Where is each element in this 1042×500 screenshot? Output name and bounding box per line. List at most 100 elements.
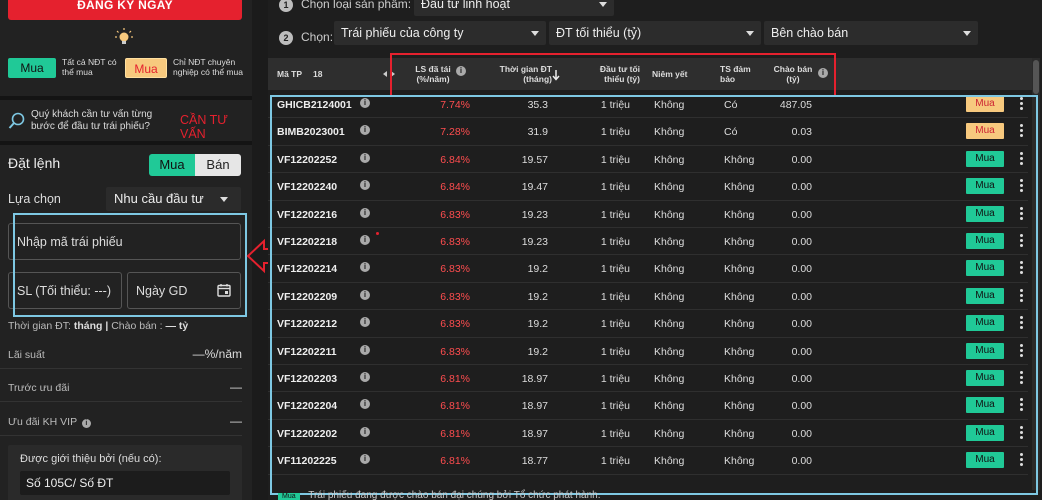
col-min-invest[interactable]: Đầu tư tối thiểu (tỷ) [586, 64, 640, 84]
more-options-icon[interactable] [1020, 97, 1024, 111]
table-row[interactable]: VF12202203 i 6.81% 18.97 1 triệu Không Không 0.… [268, 365, 1028, 393]
info-icon[interactable]: i [360, 344, 370, 355]
buy-button[interactable]: Mua [966, 315, 1004, 332]
bond-code[interactable]: VF12202209 [277, 291, 337, 303]
bond-type-select[interactable]: Trái phiếu của công ty [334, 21, 546, 45]
buy-button[interactable]: Mua [966, 424, 1004, 441]
bond-code[interactable]: VF12202214 [277, 263, 337, 275]
table-row[interactable]: VF12202214 i 6.83% 19.2 1 triệu Không Không 0.0… [268, 255, 1028, 283]
info-icon[interactable]: i [360, 454, 370, 465]
bond-code[interactable]: VF12202204 [277, 400, 337, 412]
table-row[interactable]: GHICB2124001 i 7.74% 35.3 1 triệu Không Có 487.… [268, 91, 1028, 119]
bond-code[interactable]: VF12202252 [277, 154, 337, 166]
min-investment-select[interactable]: ĐT tối thiểu (tỷ) [549, 21, 761, 45]
product-type-select[interactable]: Đầu tư linh hoạt [414, 0, 614, 16]
buy-button[interactable]: Mua [966, 123, 1004, 140]
bond-code[interactable]: VF12202212 [277, 318, 337, 330]
table-row[interactable]: VF12202202 i 6.81% 18.97 1 triệu Không Không 0.… [268, 420, 1028, 448]
info-icon[interactable]: i [360, 317, 370, 328]
table-row[interactable]: VF12202252 i 6.84% 19.57 1 triệu Không Không 0.… [268, 146, 1028, 174]
info-icon[interactable]: i [360, 98, 370, 108]
bond-code[interactable]: VF12202202 [277, 428, 337, 440]
table-row[interactable]: VF12202216 i 6.83% 19.23 1 triệu Không Không 0.… [268, 201, 1028, 228]
buy-button[interactable]: Mua [966, 260, 1004, 277]
bond-code[interactable]: GHICB2124001 [277, 99, 352, 111]
info-icon[interactable]: i [818, 68, 828, 78]
more-options-icon[interactable] [1020, 316, 1024, 330]
table-row[interactable]: VF12202212 i 6.83% 19.2 1 triệu Không Không 0.0… [268, 310, 1028, 338]
bond-code[interactable]: VF12202218 [277, 236, 337, 248]
info-icon[interactable]: i [81, 419, 91, 428]
buy-button[interactable]: Mua [966, 96, 1004, 112]
buy-button[interactable]: Mua [966, 452, 1004, 469]
more-options-icon[interactable] [1020, 206, 1024, 221]
bond-code[interactable]: VF12202203 [277, 373, 337, 385]
info-icon[interactable]: i [360, 399, 370, 410]
table-row[interactable]: VF12202218 i 6.83% 19.23 1 triệu Không Không 0.… [268, 228, 1028, 256]
info-icon[interactable]: i [360, 235, 370, 245]
info-icon[interactable]: i [360, 152, 370, 163]
more-options-icon[interactable] [1020, 425, 1024, 440]
more-options-icon[interactable] [1020, 151, 1024, 166]
bond-code[interactable]: VF11202225 [277, 455, 337, 467]
col-term[interactable]: Thời gian ĐT (tháng) [490, 64, 552, 84]
info-icon[interactable]: i [360, 125, 370, 136]
table-row[interactable]: VF11202225 i 6.81% 18.77 1 triệu Không Không 0.… [268, 447, 1028, 475]
info-icon[interactable]: i [360, 289, 370, 300]
col-collateral[interactable]: TS đảm bảo [720, 64, 760, 84]
sell-tab[interactable]: Bán [195, 154, 241, 176]
buy-button[interactable]: Mua [966, 233, 1004, 249]
more-options-icon[interactable] [1020, 453, 1024, 467]
buy-button[interactable]: Mua [966, 370, 1004, 386]
scrollbar-thumb[interactable] [1033, 60, 1039, 94]
bond-code[interactable]: BIMB2023001 [277, 126, 345, 138]
trade-date-input[interactable]: Ngày GD [127, 272, 241, 309]
bond-code-input[interactable]: Nhập mã trái phiếu [8, 223, 241, 260]
more-options-icon[interactable] [1020, 179, 1024, 193]
buy-button[interactable]: Mua [966, 205, 1004, 222]
col-listed[interactable]: Niêm yết [652, 69, 687, 79]
info-icon[interactable]: i [456, 66, 466, 76]
more-options-icon[interactable] [1020, 124, 1024, 138]
more-options-icon[interactable] [1020, 371, 1024, 385]
quantity-input[interactable]: SL (Tối thiểu: ---) [8, 272, 122, 309]
chevron-left-icon[interactable] [382, 71, 387, 77]
bond-code[interactable]: VF12202211 [277, 346, 337, 358]
buy-button[interactable]: Mua [966, 287, 1004, 304]
table-row[interactable]: VF12202211 i 6.83% 19.2 1 triệu Không Không 0.0… [268, 338, 1028, 365]
buy-button[interactable]: Mua [966, 178, 1004, 195]
buy-tab[interactable]: Mua [149, 154, 195, 176]
more-options-icon[interactable] [1020, 234, 1024, 248]
col-code[interactable]: Mã TP [277, 69, 302, 79]
calendar-icon[interactable] [217, 283, 231, 297]
table-row[interactable]: VF12202204 i 6.81% 18.97 1 triệu Không Không 0.… [268, 392, 1028, 420]
referral-input[interactable]: Số 105C/ Số ĐT [20, 471, 230, 495]
buy-button[interactable]: Mua [966, 342, 1004, 359]
info-icon[interactable]: i [360, 426, 370, 437]
info-icon[interactable]: i [360, 207, 370, 218]
bond-code[interactable]: VF12202216 [277, 209, 337, 221]
choice-select[interactable]: Nhu cầu đầu tư [106, 187, 241, 211]
seller-select[interactable]: Bên chào bán [764, 21, 978, 45]
col-offer[interactable]: Chào bán (tỷ) [772, 64, 814, 84]
sort-down-icon[interactable] [552, 68, 560, 81]
table-scrollbar[interactable] [1032, 58, 1040, 490]
more-options-icon[interactable] [1020, 343, 1024, 358]
table-row[interactable]: VF12202240 i 6.84% 19.47 1 triệu Không Không 0.… [268, 173, 1028, 201]
table-row[interactable]: VF12202209 i 6.83% 19.2 1 triệu Không Không 0.0… [268, 283, 1028, 311]
register-button[interactable]: ĐĂNG KÝ NGAY [8, 0, 242, 20]
info-icon[interactable]: i [360, 180, 370, 191]
buy-button[interactable]: Mua [966, 150, 1004, 167]
need-advice-link[interactable]: CẦN TƯ VẤN [180, 113, 252, 141]
bond-code[interactable]: VF12202240 [277, 181, 337, 193]
info-icon[interactable]: i [360, 372, 370, 382]
more-options-icon[interactable] [1020, 261, 1024, 275]
col-rate[interactable]: LS đã tái (%/năm) [402, 64, 464, 84]
table-row[interactable]: BIMB2023001 i 7.28% 31.9 1 triệu Không Có 0.03 M… [268, 118, 1028, 146]
more-options-icon[interactable] [1020, 398, 1024, 412]
info-icon[interactable]: i [360, 262, 370, 273]
buy-button[interactable]: Mua [966, 397, 1004, 414]
chevron-right-icon[interactable] [391, 71, 396, 77]
more-options-icon[interactable] [1020, 288, 1024, 303]
scroll-columns-control[interactable] [382, 69, 396, 79]
